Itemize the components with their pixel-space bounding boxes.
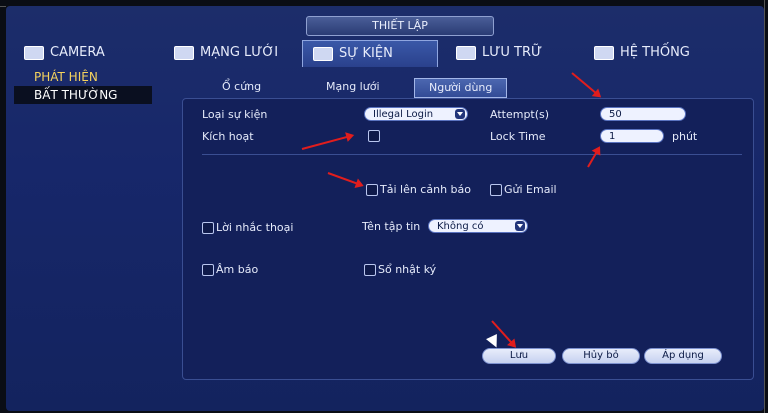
send-email-label: Gửi Email: [504, 183, 557, 196]
subtab-user[interactable]: Người dùng: [414, 78, 508, 98]
tab-camera-label: CAMERA: [50, 45, 105, 60]
locktime-input[interactable]: 1: [600, 129, 664, 143]
upload-alert-checkbox[interactable]: [366, 184, 378, 196]
cancel-button[interactable]: Hủy bỏ: [562, 348, 640, 364]
log-checkbox[interactable]: [364, 264, 376, 276]
filename-select[interactable]: Không có: [428, 219, 528, 233]
window-title: THIẾT LẬP: [306, 16, 494, 36]
tab-events-label: SỰ KIỆN: [339, 46, 393, 61]
attempts-label: Attempt(s): [490, 108, 550, 121]
filename-value: Không có: [437, 221, 484, 232]
locktime-unit: phút: [672, 130, 698, 143]
event-type-select[interactable]: Illegal Login: [364, 107, 468, 121]
voice-prompt-label: Lời nhắc thoại: [216, 221, 294, 234]
tab-network[interactable]: MẠNG LƯỚI: [174, 40, 278, 66]
apply-button[interactable]: Áp dụng: [644, 348, 722, 364]
annotation-arrow-icon: [571, 72, 601, 97]
buzzer-label: Âm báo: [216, 263, 259, 276]
tab-camera[interactable]: CAMERA: [24, 40, 105, 66]
send-email-checkbox[interactable]: [490, 184, 502, 196]
camera-icon: [24, 46, 44, 60]
filename-label: Tên tập tin: [362, 220, 421, 233]
network-icon: [174, 46, 194, 60]
event-type-label: Loại sự kiện: [202, 108, 268, 121]
chevron-down-icon: [515, 221, 525, 231]
tab-events[interactable]: SỰ KIỆN: [302, 40, 438, 67]
events-icon: [313, 47, 333, 61]
tab-system-label: HỆ THỐNG: [620, 45, 690, 60]
attempts-input[interactable]: 50: [600, 107, 686, 121]
tab-storage-label: LƯU TRỮ: [482, 45, 543, 60]
activate-label: Kích hoạt: [202, 130, 254, 143]
storage-icon: [456, 46, 476, 60]
voice-prompt-checkbox[interactable]: [202, 222, 214, 234]
chevron-down-icon: [455, 109, 465, 119]
sidebar-item-detect[interactable]: PHÁT HIỆN: [14, 68, 152, 86]
upload-alert-label: Tải lên cảnh báo: [380, 183, 471, 196]
sidebar: PHÁT HIỆN BẤT THƯỜNG: [14, 68, 152, 104]
subtab-hdd[interactable]: Ổ cứng: [222, 78, 261, 96]
wall-grid-line: [0, 6, 6, 7]
section-divider: [202, 154, 742, 155]
event-type-value: Illegal Login: [373, 109, 434, 120]
save-button[interactable]: Lưu: [482, 348, 556, 364]
locktime-label: Lock Time: [490, 130, 546, 143]
buzzer-checkbox[interactable]: [202, 264, 214, 276]
subtab-network[interactable]: Mạng lưới: [326, 78, 380, 96]
tab-storage[interactable]: LƯU TRỮ: [456, 40, 542, 66]
activate-checkbox[interactable]: [368, 130, 380, 142]
wall-grid-line: [764, 0, 765, 413]
settings-panel: [182, 98, 754, 380]
sidebar-item-abnormal[interactable]: BẤT THƯỜNG: [14, 86, 152, 104]
log-label: Sổ nhật ký: [378, 263, 437, 276]
tab-system[interactable]: HỆ THỐNG: [594, 40, 690, 66]
main-tabs: CAMERA MẠNG LƯỚI SỰ KIỆN LƯU TRỮ HỆ THỐN…: [16, 40, 756, 68]
system-icon: [594, 46, 614, 60]
dvr-screen: THIẾT LẬP CAMERA MẠNG LƯỚI SỰ KIỆN LƯU T…: [6, 6, 764, 411]
tab-network-label: MẠNG LƯỚI: [200, 45, 279, 60]
